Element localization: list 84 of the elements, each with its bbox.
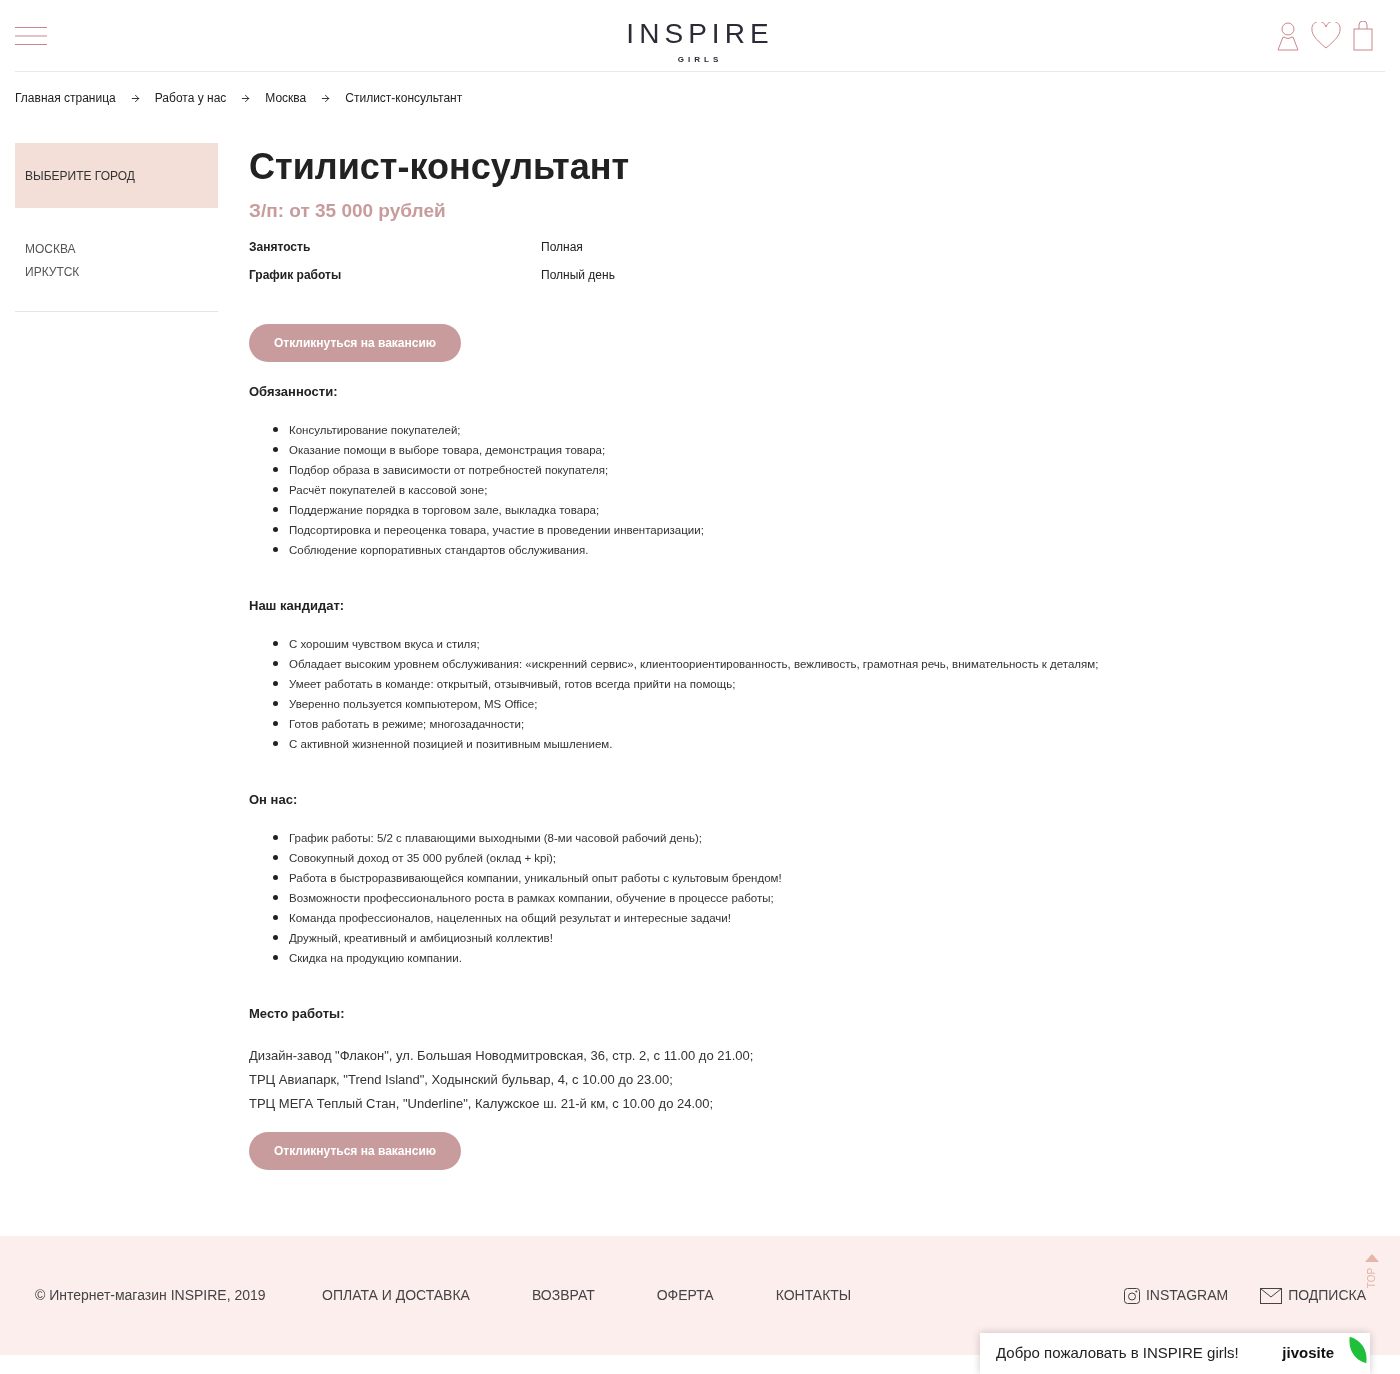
user-icon[interactable]: [1277, 20, 1299, 51]
social-link[interactable]: ПОДПИСКА: [1260, 1285, 1366, 1306]
bullet-icon: [273, 427, 278, 432]
bullet-icon: [273, 467, 278, 472]
arrow-right-icon: [129, 92, 141, 104]
bullet-icon: [273, 721, 278, 726]
chat-brand: jivosite: [1282, 1343, 1334, 1364]
list-item: Работа в быстроразвивающейся компании, уникальный опыт работы с культовым брендом!: [289, 870, 782, 886]
bullet-icon: [273, 661, 278, 666]
footer-link[interactable]: ВОЗВРАТ: [531, 1285, 595, 1306]
list-item: С активной жизненной позицией и позитивным мышлением.: [289, 736, 613, 752]
bullet-icon: [273, 641, 278, 646]
list-item: Уверенно пользуется компьютером, MS Office;: [289, 696, 538, 712]
list-item: Подсортировка и переоценка товара, участие в проведении инвентаризации;: [289, 522, 704, 538]
list-item: Дружный, креативный и амбициозный коллектив!: [289, 930, 553, 946]
bullet-icon: [273, 875, 278, 880]
shopping-bag-icon[interactable]: [1353, 20, 1373, 51]
detail-label: Занятость: [249, 238, 312, 256]
breadcrumb-link[interactable]: Главная страница: [15, 89, 116, 107]
city-selector-header: ВЫБЕРИТЕ ГОРОД: [15, 143, 218, 208]
list-item: Поддержание порядка в торговом зале, выкладка товара;: [289, 502, 600, 518]
section-heading: Наш кандидат:: [249, 596, 346, 615]
list-item: Совокупный доход от 35 000 рублей (оклад + kpi);: [289, 850, 557, 866]
list-item: Умеет работать в команде: открытый, отзывчивый, готов всегда прийти на помощь;: [289, 676, 736, 692]
city-link[interactable]: МОСКВА: [25, 241, 208, 258]
salary: З/п: от 35 000 рублей: [249, 199, 447, 223]
list-item: График работы: 5/2 с плавающими выходными (8-ми часовой рабочий день);: [289, 830, 703, 846]
list-item: Готов работать в режиме; многозадачности;: [289, 716, 525, 732]
bullet-icon: [273, 955, 278, 960]
heart-icon[interactable]: [1311, 21, 1341, 50]
footer-link[interactable]: ОФЕРТА: [656, 1285, 714, 1306]
bullet-icon: [273, 547, 278, 552]
breadcrumb-link[interactable]: Москва: [265, 89, 307, 107]
breadcrumb-link[interactable]: Стилист-консультант: [345, 89, 463, 107]
chat-widget[interactable]: Добро пожаловать в INSPIRE girls! jivosite: [980, 1333, 1370, 1374]
city-link[interactable]: ИРКУТСК: [25, 264, 208, 281]
bullet-icon: [273, 487, 278, 492]
bullet-icon: [273, 447, 278, 452]
list-item: С хорошим чувством вкуса и стиля;: [289, 636, 480, 652]
list-item: Расчёт покупателей в кассовой зоне;: [289, 482, 488, 498]
leaf-icon: [1348, 1335, 1368, 1365]
bullet-icon: [273, 681, 278, 686]
instagram-icon: [1123, 1287, 1140, 1304]
bullet-icon: [273, 835, 278, 840]
bullet-icon: [273, 527, 278, 532]
address-line: ТРЦ Авиапарк, "Trend Island", Ходынский бульвар, 4, с 10.00 до 23.00;: [249, 1070, 674, 1089]
detail-value: Полная: [541, 238, 583, 256]
address-line: Дизайн-завод "Флакон", ул. Большая Новодмитровская, 36, стр. 2, с 11.00 до 21.00;: [249, 1046, 755, 1065]
logo[interactable]: INSPIRE: [626, 8, 774, 48]
list-item: Скидка на продукцию компании.: [289, 950, 462, 966]
bullet-icon: [273, 741, 278, 746]
footer-link[interactable]: КОНТАКТЫ: [775, 1285, 852, 1306]
bullet-icon: [273, 701, 278, 706]
chat-greeting: Добро пожаловать в INSPIRE girls!: [996, 1343, 1239, 1364]
list-item: Обладает высоким уровнем обслуживания: «искренний сервис», клиентоориентированность, вежливость, грамотная речь, внимательность к деталям;: [289, 656, 1099, 672]
list-item: Консультирование покупателей;: [289, 422, 461, 438]
section-heading: Обязанности:: [249, 382, 339, 401]
detail-label: График работы: [249, 266, 343, 284]
arrow-right-icon: [240, 92, 252, 104]
bullet-icon: [273, 507, 278, 512]
section-heading: Он нас:: [249, 790, 299, 809]
footer-link[interactable]: ОПЛАТА И ДОСТАВКА: [322, 1285, 470, 1306]
scroll-top-label: TOP: [1367, 1267, 1377, 1289]
list-item: Возможности профессионального роста в рамках компании, обучение в процессе работы;: [289, 890, 774, 906]
social-link[interactable]: INSTAGRAM: [1123, 1285, 1229, 1306]
list-item: Оказание помощи в выборе товара, демонстрация товара;: [289, 442, 606, 458]
copyright: © Интернет-магазин INSPIRE, 2019: [35, 1286, 267, 1305]
arrow-right-icon: [320, 92, 332, 104]
address-line: ТРЦ МЕГА Теплый Стан, "Underline", Калужское ш. 21-й км, с 10.00 до 24.00;: [249, 1094, 715, 1113]
list-item: Подбор образа в зависимости от потребностей покупателя;: [289, 462, 609, 478]
mail-icon: [1260, 1287, 1283, 1304]
triangle-up-icon: [1365, 1254, 1379, 1262]
section-heading: Место работы:: [249, 1004, 346, 1023]
detail-value: Полный день: [541, 266, 615, 284]
list-item: Соблюдение корпоративных стандартов обслуживания.: [289, 542, 589, 558]
bullet-icon: [273, 915, 278, 920]
vacancy-title: Стилист-консультант: [249, 145, 631, 189]
logo-subtitle: GIRLS: [677, 54, 723, 66]
bullet-icon: [273, 895, 278, 900]
menu-icon[interactable]: [15, 25, 47, 46]
bullet-icon: [273, 855, 278, 860]
list-item: Команда профессионалов, нацеленных на общий результат и интересные задачи!: [289, 910, 731, 926]
bullet-icon: [273, 935, 278, 940]
breadcrumb-link[interactable]: Работа у нас: [154, 89, 227, 107]
